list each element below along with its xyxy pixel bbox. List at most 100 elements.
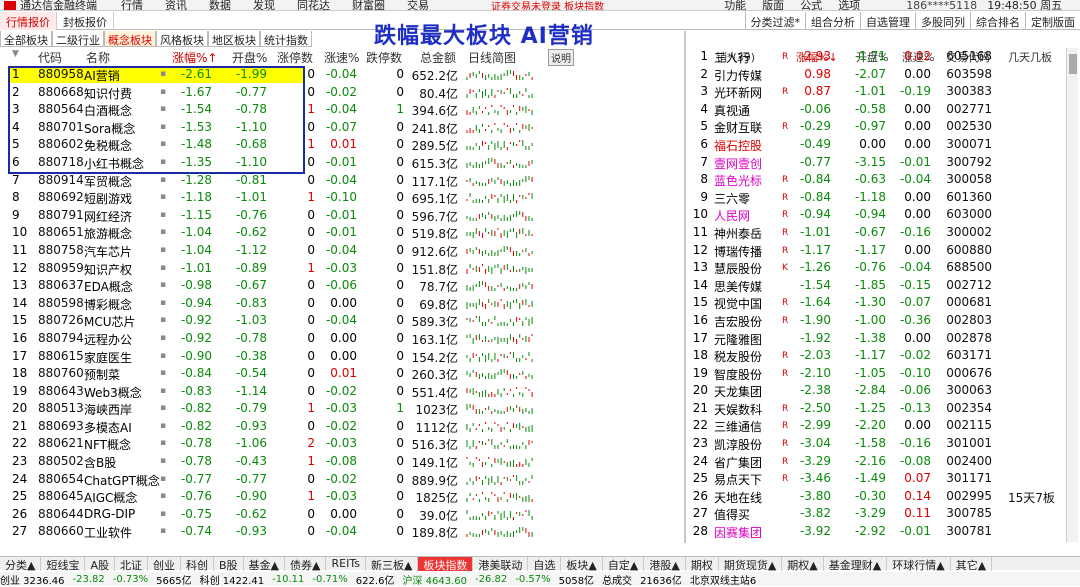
stock-name[interactable]: 光环新网 [714,84,762,101]
board-name[interactable]: Web3概念 [84,384,142,401]
stock-row[interactable]: 9 三六零 R -0.84 -1.18 0.00 601360 [688,189,1080,207]
stock-name[interactable]: 省广集团 [714,454,762,471]
table-row[interactable]: 9 880791 网红经济 ▪ -1.15 -0.76 0 -0.01 0 596.7亿 [0,207,690,225]
sort-arrow-icon[interactable]: ▼ [12,49,19,59]
table-row[interactable]: 27 880660 工业软件 ▪ -0.74 -0.93 0 -0.04 0 189.8亿 [0,523,690,541]
bottom-tab[interactable]: 港股▲ [644,557,686,572]
table-row[interactable]: 22 880621 NFT概念 ▪ -0.78 -1.06 2 -0.03 0 516.3亿 [0,435,690,453]
menu-trade[interactable]: 交易 [407,0,429,10]
stock-name[interactable]: 福石控股 [714,137,762,154]
stock-name[interactable]: 神州泰岳 [714,225,762,242]
stock-name[interactable]: 吉宏股份 [714,313,762,330]
stock-name[interactable]: 蓝色光标 [714,172,762,189]
bottom-tab[interactable]: 债券▲ [285,557,327,572]
table-row[interactable]: 19 880643 Web3概念 ▪ -0.83 -1.14 0 -0.02 0 551.4亿 [0,383,690,401]
board-name[interactable]: 远程办公 [84,331,132,348]
bottom-tab[interactable]: 基金理财▲ [824,557,888,572]
menu-ask[interactable]: 同花达 [297,0,330,10]
stock-row[interactable]: 17 元隆雅图 -1.92 -1.38 0.00 002878 [688,330,1080,348]
board-name[interactable]: NFT概念 [84,436,131,453]
stock-name[interactable]: 天地在线 [714,489,762,506]
table-row[interactable]: 11 880758 汽车芯片 ▪ -1.04 -1.12 0 -0.04 0 912.6亿 [0,242,690,260]
stock-row[interactable]: 14 思美传媒 -1.54 -1.85 -0.15 002712 [688,277,1080,295]
menu-formula[interactable]: 公式 [800,0,822,10]
table-row[interactable]: 14 880598 博彩概念 ▪ -0.94 -0.83 0 0.00 0 69.8亿 [0,295,690,313]
menu-wealth[interactable]: 财富圈 [352,0,385,10]
stock-name[interactable]: 引力传媒 [714,67,762,84]
stock-name[interactable]: 慧辰股份 [714,260,762,277]
stock-name[interactable]: 易点天下 [714,471,762,488]
menu-market[interactable]: 行情 [121,0,143,10]
stock-row[interactable]: 8 蓝色光标 R -0.84 -0.63 -0.04 300058 [688,171,1080,189]
menu-data[interactable]: 数据 [209,0,231,10]
stock-name[interactable]: 壹网壹创 [714,155,762,172]
stock-row[interactable]: 5 金财互联 R -0.29 -0.97 0.00 002530 [688,118,1080,136]
col-limit-up[interactable]: 涨停数 [277,49,313,66]
stock-name[interactable]: 智度股份 [714,366,762,383]
stock-row[interactable]: 16 吉宏股份 R -1.90 -1.00 -0.36 002803 [688,312,1080,330]
table-row[interactable]: 16 880794 远程办公 ▪ -0.92 -0.78 0 0.00 0 163.1亿 [0,330,690,348]
stock-name[interactable]: 因赛集团 [714,524,762,541]
bottom-tab[interactable]: 北证 [115,557,148,572]
bottom-tab[interactable]: 短线宝 [41,557,86,572]
col-code[interactable]: 代码 [38,49,62,66]
table-row[interactable]: 8 880692 短剧游戏 ▪ -1.18 -1.01 1 -0.10 0 695.1亿 [0,189,690,207]
board-name[interactable]: 家庭医生 [84,349,132,366]
login-status[interactable]: 证券交易未登录 板块指数 [491,0,604,11]
combo-analysis-button[interactable]: 组合分析 [805,12,860,30]
board-name[interactable]: 预制菜 [84,366,120,383]
table-row[interactable]: 21 880693 多模态AI ▪ -0.82 -0.93 0 -0.02 0 1112亿 [0,418,690,436]
col-open[interactable]: 开盘% [232,49,267,66]
tab-quotes[interactable]: 行情报价 [0,12,57,30]
table-row[interactable]: 23 880502 含B股 ▪ -0.78 -0.43 1 -0.08 0 149.1亿 [0,453,690,471]
user-account[interactable]: 186****5118 [906,0,977,10]
stock-name[interactable]: 视觉中国 [714,295,762,312]
bottom-tab[interactable]: 自选 [528,557,562,572]
stock-name[interactable]: 天娱数科 [714,401,762,418]
stock-row[interactable]: 15 视觉中国 R -1.64 -1.30 -0.07 000681 [688,294,1080,312]
col-amount[interactable]: 总金额 [420,49,456,66]
table-row[interactable]: 17 880615 家庭医生 ▪ -0.90 -0.38 0 0.00 0 154.2亿 [0,348,690,366]
menu-layout[interactable]: 版面 [762,0,784,10]
bottom-tab[interactable]: 期货现货▲ [719,557,783,572]
stock-name[interactable]: 天龙集团 [714,383,762,400]
stock-name[interactable]: 三人行 [714,49,750,66]
stock-row[interactable]: 26 天地在线 -3.80 -0.30 0.14 002995 15天7板 [688,488,1080,506]
table-row[interactable]: 20 880513 海峡西岸 ▪ -0.82 -0.79 1 -0.03 1 1023亿 [0,400,690,418]
stock-name[interactable]: 博瑞传播 [714,243,762,260]
menu-options[interactable]: 选项 [838,0,860,10]
stock-row[interactable]: 12 博瑞传播 R -1.17 -1.17 0.00 600880 [688,242,1080,260]
bottom-tab[interactable]: 自定▲ [603,557,645,572]
stock-name[interactable]: 税友股份 [714,348,762,365]
tab-concept-boards[interactable]: 概念板块 [104,31,156,47]
bottom-tab[interactable]: 期权▲ [782,557,824,572]
tab-all-boards[interactable]: 全部板块 [0,31,52,47]
stock-row[interactable]: 3 光环新网 R 0.87 -1.01 -0.19 300383 [688,83,1080,101]
board-name[interactable]: 知识产权 [84,261,132,278]
menu-news[interactable]: 资讯 [165,0,187,10]
stock-name[interactable]: 三维通信 [714,418,762,435]
col-name[interactable]: 名称 [86,49,110,66]
stock-row[interactable]: 20 天龙集团 -2.38 -2.84 -0.06 300063 [688,382,1080,400]
table-row[interactable]: 7 880914 军贸概念 ▪ -1.28 -0.81 0 -0.04 0 117.1亿 [0,172,690,190]
right-scrollbar[interactable] [1066,48,1078,542]
menu-discover[interactable]: 发现 [253,0,275,10]
board-name[interactable]: AIGC概念 [84,489,137,506]
stock-row[interactable]: 22 三维通信 R -2.99 -2.20 0.00 002115 [688,417,1080,435]
stock-row[interactable]: 25 易点天下 R -3.46 -1.49 0.07 301171 [688,470,1080,488]
stock-name[interactable]: 三六零 [714,190,750,207]
stock-name[interactable]: 值得买 [714,506,750,523]
bottom-tab[interactable]: 港美联动 [473,557,529,572]
board-name[interactable]: 海峡西岸 [84,401,132,418]
board-name[interactable]: 汽车芯片 [84,243,132,260]
board-name[interactable]: 含B股 [84,454,116,471]
stock-name[interactable]: 真视通 [714,102,750,119]
board-name[interactable]: MCU芯片 [84,313,136,330]
stock-name[interactable]: 人民网 [714,207,750,224]
tab-region-boards[interactable]: 地区板块 [208,31,260,47]
stock-row[interactable]: 6 福石控股 -0.49 0.00 0.00 300071 [688,136,1080,154]
stock-row[interactable]: 4 真视通 -0.06 -0.58 0.00 002771 [688,101,1080,119]
bottom-tab[interactable]: A股 [85,557,115,572]
table-row[interactable]: 26 880644 DRG-DIP ▪ -0.75 -0.62 0 0.00 0 39.0亿 [0,506,690,524]
board-name[interactable]: 多模态AI [84,419,132,436]
